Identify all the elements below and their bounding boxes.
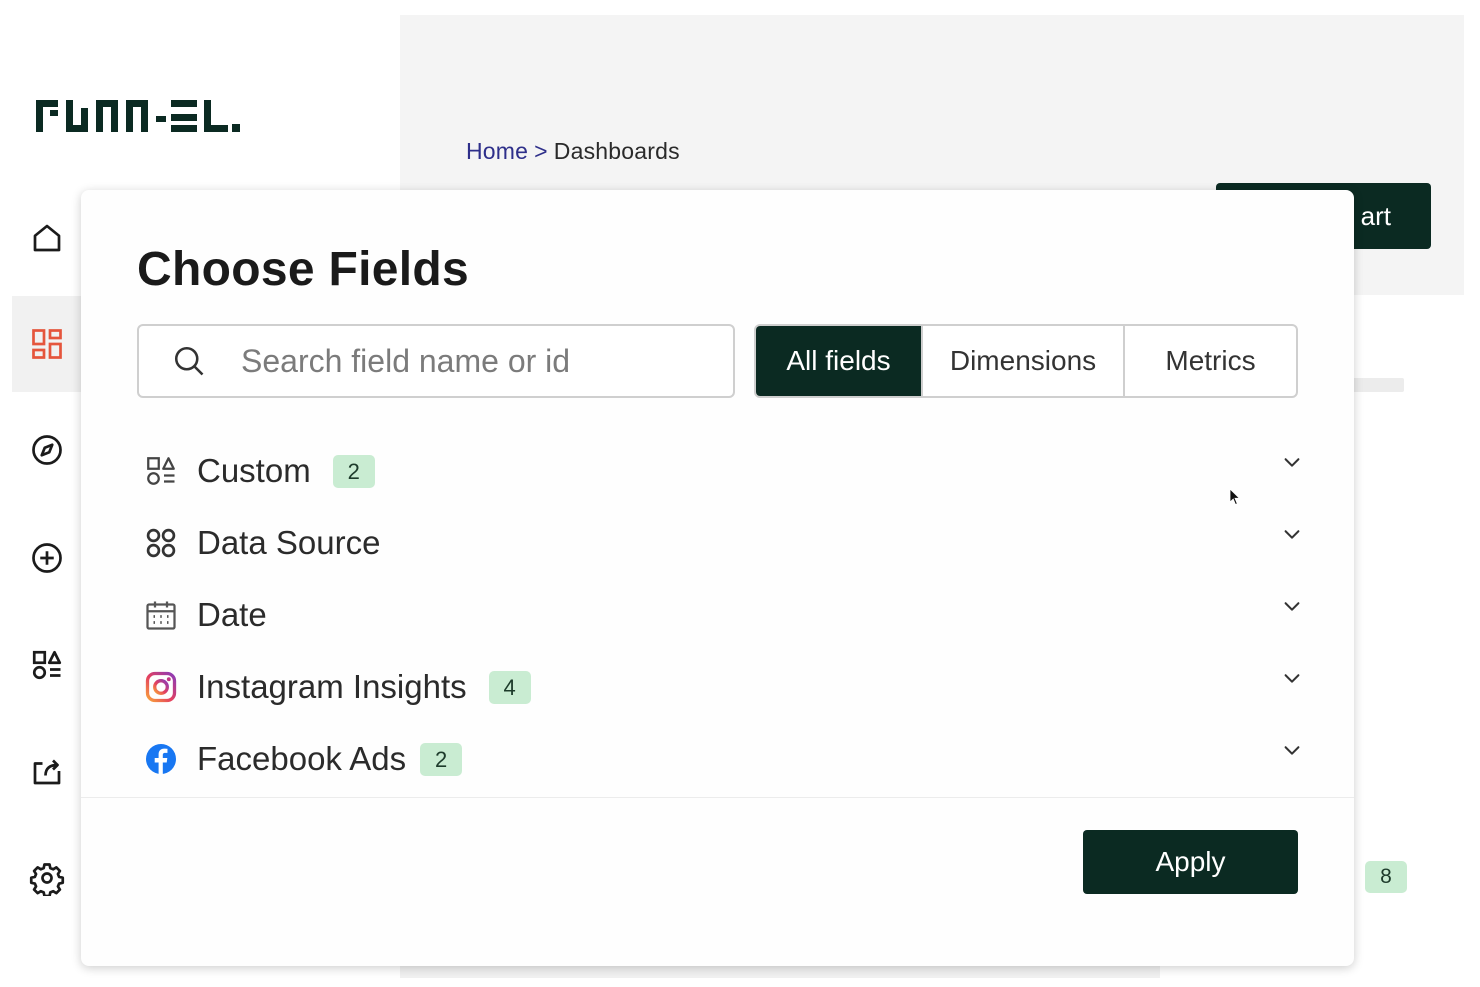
field-group-label: Date xyxy=(197,596,267,633)
field-group-custom[interactable]: Custom 2 xyxy=(137,435,1307,507)
chevron-down-icon[interactable] xyxy=(1281,523,1303,545)
sidebar-item-add[interactable] xyxy=(12,510,82,606)
data-source-grid-icon xyxy=(146,528,176,558)
instagram-icon xyxy=(145,671,177,703)
sidebar-nav xyxy=(0,190,82,950)
modal-title: Choose Fields xyxy=(137,243,469,296)
chevron-down-icon[interactable] xyxy=(1281,451,1303,473)
count-badge: 2 xyxy=(420,742,463,776)
search-input[interactable] xyxy=(239,341,719,381)
chevron-down-icon[interactable] xyxy=(1281,739,1303,761)
sidebar-item-explore[interactable] xyxy=(12,402,82,498)
custom-fields-icon xyxy=(32,650,62,680)
sidebar-item-home[interactable] xyxy=(12,190,82,286)
custom-fields-icon xyxy=(147,457,175,485)
sidebar-item-custom-fields[interactable] xyxy=(12,617,82,713)
calendar-icon xyxy=(146,601,176,630)
dashboards-icon xyxy=(32,329,62,359)
field-group-label: Instagram Insights xyxy=(197,668,467,705)
field-group-date[interactable]: Date xyxy=(137,579,1307,651)
sidebar-item-settings[interactable] xyxy=(12,830,82,926)
breadcrumb-separator: > xyxy=(534,138,548,164)
search-box[interactable] xyxy=(137,324,735,398)
add-circle-icon xyxy=(32,543,62,573)
breadcrumb-current: Dashboards xyxy=(553,138,680,164)
export-share-icon xyxy=(33,759,61,785)
filter-all-fields[interactable]: All fields xyxy=(756,326,921,396)
field-group-label: Data Source xyxy=(197,524,381,561)
mouse-cursor-icon xyxy=(1229,488,1241,506)
filter-dimensions[interactable]: Dimensions xyxy=(921,326,1123,396)
facebook-icon xyxy=(146,744,176,774)
sidebar-item-dashboards[interactable] xyxy=(12,296,82,392)
apply-button[interactable]: Apply xyxy=(1083,830,1298,894)
explore-compass-icon xyxy=(32,435,62,465)
chevron-down-icon[interactable] xyxy=(1281,595,1303,617)
background-count-badge: 8 xyxy=(1365,861,1407,893)
field-type-filter: All fields Dimensions Metrics xyxy=(754,324,1298,398)
settings-gear-icon xyxy=(29,863,65,896)
background-strip xyxy=(400,966,1160,978)
sidebar-item-export[interactable] xyxy=(12,723,82,819)
background-placeholder-bar xyxy=(1352,378,1404,392)
breadcrumb: Home > Dashboards xyxy=(466,138,680,165)
choose-fields-modal: Choose Fields All fields Dimensions Metr… xyxy=(81,190,1354,966)
chevron-down-icon[interactable] xyxy=(1281,667,1303,689)
count-badge: 2 xyxy=(332,454,375,488)
funnel-logo[interactable] xyxy=(36,96,272,136)
count-badge: 4 xyxy=(488,670,531,704)
field-group-label: Facebook Ads xyxy=(197,740,407,777)
filter-metrics[interactable]: Metrics xyxy=(1123,326,1296,396)
modal-footer-divider xyxy=(81,797,1354,798)
field-group-instagram-insights[interactable]: Instagram Insights 4 xyxy=(137,651,1307,723)
search-icon xyxy=(174,346,204,376)
field-group-label: Custom xyxy=(197,452,311,489)
breadcrumb-home-link[interactable]: Home xyxy=(466,138,528,164)
home-icon xyxy=(33,224,61,252)
field-group-data-source[interactable]: Data Source xyxy=(137,507,1307,579)
field-group-list: Custom 2 Data Source Date Instagram Insi… xyxy=(137,435,1307,795)
field-group-facebook-ads[interactable]: Facebook Ads 2 xyxy=(137,723,1307,795)
